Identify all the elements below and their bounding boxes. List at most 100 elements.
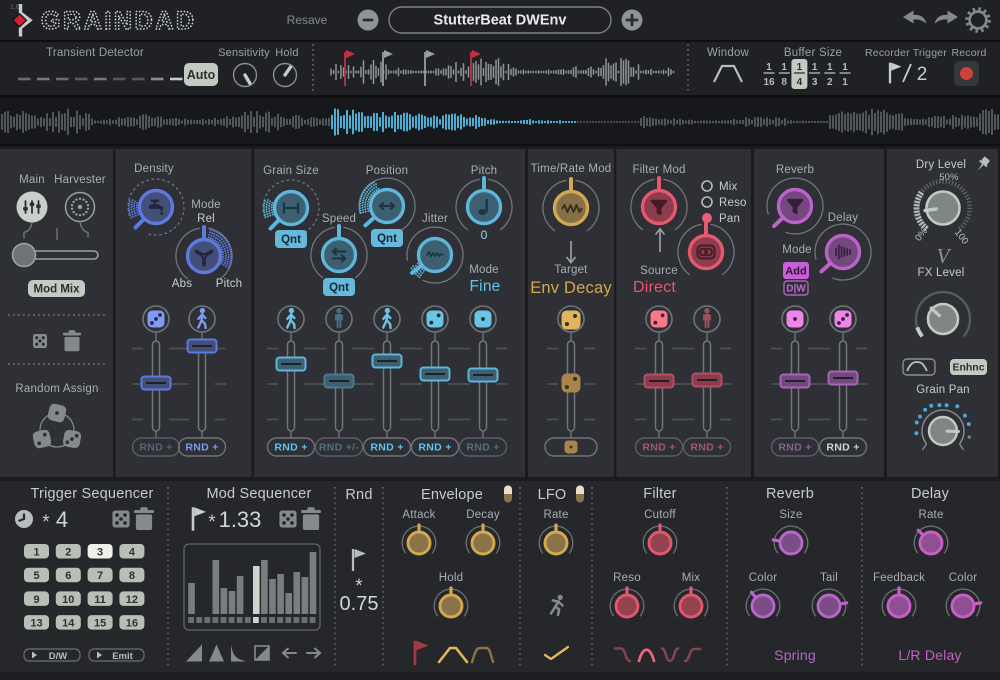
svg-text:Reso: Reso	[613, 572, 641, 584]
svg-text:5: 5	[33, 570, 39, 582]
svg-text:2: 2	[65, 547, 71, 559]
svg-text:Dry Level: Dry Level	[916, 159, 966, 171]
svg-text:RND +: RND +	[642, 442, 675, 454]
svg-text:Env Decay: Env Decay	[530, 279, 612, 297]
svg-text:Delay: Delay	[828, 212, 858, 224]
svg-text:Mode: Mode	[469, 264, 499, 276]
svg-text:Mix: Mix	[719, 181, 738, 193]
svg-text:8: 8	[129, 570, 135, 582]
svg-text:Attack: Attack	[402, 509, 435, 521]
svg-text:Tail: Tail	[820, 572, 838, 584]
svg-text:RND +: RND +	[274, 442, 307, 454]
svg-text:D/W: D/W	[49, 651, 68, 662]
svg-text:1.6: 1.6	[10, 4, 20, 11]
svg-text:Window: Window	[707, 47, 750, 59]
svg-text:13: 13	[30, 618, 42, 630]
svg-text:0.75: 0.75	[340, 593, 379, 615]
svg-text:Qnt: Qnt	[281, 234, 301, 246]
svg-text:Reso: Reso	[719, 197, 747, 209]
svg-text:1.33: 1.33	[219, 507, 262, 532]
svg-text:4: 4	[56, 507, 68, 532]
svg-text:Time/Rate Mod: Time/Rate Mod	[531, 163, 612, 175]
svg-text:Position: Position	[366, 165, 409, 177]
svg-text:V: V	[937, 244, 952, 268]
svg-text:1: 1	[827, 62, 833, 73]
svg-text:Pan: Pan	[719, 213, 740, 225]
svg-text:Spring: Spring	[774, 647, 816, 663]
svg-text:Mod Sequencer: Mod Sequencer	[207, 486, 312, 502]
svg-text:Speed: Speed	[322, 213, 356, 225]
svg-text:RND +: RND +	[690, 442, 723, 454]
svg-text:Reverb: Reverb	[776, 164, 814, 176]
svg-text:7: 7	[97, 570, 103, 582]
svg-text:FX Level: FX Level	[918, 267, 965, 279]
svg-text:12: 12	[126, 594, 138, 606]
svg-text:Auto: Auto	[187, 68, 216, 82]
svg-text:Trigger Sequencer: Trigger Sequencer	[31, 486, 154, 502]
svg-text:Color: Color	[749, 572, 777, 584]
svg-text:15: 15	[94, 618, 106, 630]
svg-text:Source: Source	[640, 265, 678, 277]
svg-text:Emit: Emit	[112, 651, 133, 662]
svg-text:Mod Mix: Mod Mix	[34, 284, 81, 296]
svg-text:Pitch: Pitch	[471, 165, 498, 177]
svg-text:Hold: Hold	[275, 47, 298, 59]
svg-text:*: *	[42, 512, 50, 533]
svg-text:Jitter: Jitter	[422, 213, 448, 225]
svg-text:2: 2	[827, 77, 833, 88]
svg-text:Cutoff: Cutoff	[644, 509, 676, 521]
svg-text:Color: Color	[949, 572, 977, 584]
svg-text:Grain Pan: Grain Pan	[916, 384, 970, 396]
svg-text:Recorder Trigger: Recorder Trigger	[865, 47, 947, 59]
svg-text:Filter Mod: Filter Mod	[632, 164, 685, 176]
svg-text:Filter: Filter	[643, 486, 676, 502]
svg-text:1: 1	[33, 547, 39, 559]
svg-text:RND +: RND +	[418, 442, 451, 454]
svg-text:1: 1	[766, 62, 772, 73]
svg-text:Size: Size	[779, 509, 802, 521]
svg-text:1: 1	[781, 62, 787, 73]
svg-text:Target: Target	[554, 264, 588, 276]
svg-text:StutterBeat DWEnv: StutterBeat DWEnv	[434, 13, 567, 29]
svg-text:Random Assign: Random Assign	[15, 383, 98, 395]
svg-text:RND +: RND +	[466, 442, 499, 454]
svg-text:RND +/-: RND +/-	[319, 442, 360, 454]
svg-text:1: 1	[812, 62, 818, 73]
svg-text:Grain Size: Grain Size	[263, 165, 319, 177]
svg-text:Pitch: Pitch	[216, 278, 243, 290]
svg-text:10: 10	[62, 594, 74, 606]
svg-text:Transient Detector: Transient Detector	[46, 47, 144, 59]
svg-text:Buffer Size: Buffer Size	[784, 47, 842, 59]
svg-text:6: 6	[65, 570, 71, 582]
svg-text:Rate: Rate	[543, 509, 568, 521]
svg-text:8: 8	[781, 77, 787, 88]
svg-text:1: 1	[797, 62, 803, 73]
svg-text:1: 1	[842, 77, 848, 88]
svg-text:RND +: RND +	[778, 442, 811, 454]
svg-text:16: 16	[126, 618, 138, 630]
svg-text:*: *	[208, 512, 216, 533]
svg-text:14: 14	[62, 618, 75, 630]
svg-text:Density: Density	[134, 163, 174, 175]
svg-text:Record: Record	[951, 47, 986, 59]
svg-text:2: 2	[917, 64, 928, 85]
svg-text:Decay: Decay	[466, 509, 500, 521]
svg-text:RND +: RND +	[370, 442, 403, 454]
svg-text:Rate: Rate	[918, 509, 943, 521]
svg-text:Mix: Mix	[682, 572, 701, 584]
svg-text:Resave: Resave	[287, 13, 328, 27]
svg-text:Enhnc: Enhnc	[952, 362, 984, 374]
svg-text:RND +: RND +	[139, 442, 172, 454]
svg-text:Harvester: Harvester	[54, 174, 106, 186]
svg-text:LFO: LFO	[538, 487, 567, 503]
svg-text:Main: Main	[19, 174, 45, 186]
svg-text:Qnt: Qnt	[329, 282, 349, 294]
svg-text:11: 11	[94, 594, 106, 606]
svg-text:Direct: Direct	[633, 279, 676, 296]
svg-text:Rel: Rel	[197, 213, 215, 225]
svg-text:3: 3	[97, 547, 103, 559]
svg-text:16: 16	[763, 77, 775, 88]
svg-text:Reverb: Reverb	[766, 486, 814, 502]
svg-text:L/R Delay: L/R Delay	[898, 647, 961, 663]
svg-text:Feedback: Feedback	[873, 572, 925, 584]
